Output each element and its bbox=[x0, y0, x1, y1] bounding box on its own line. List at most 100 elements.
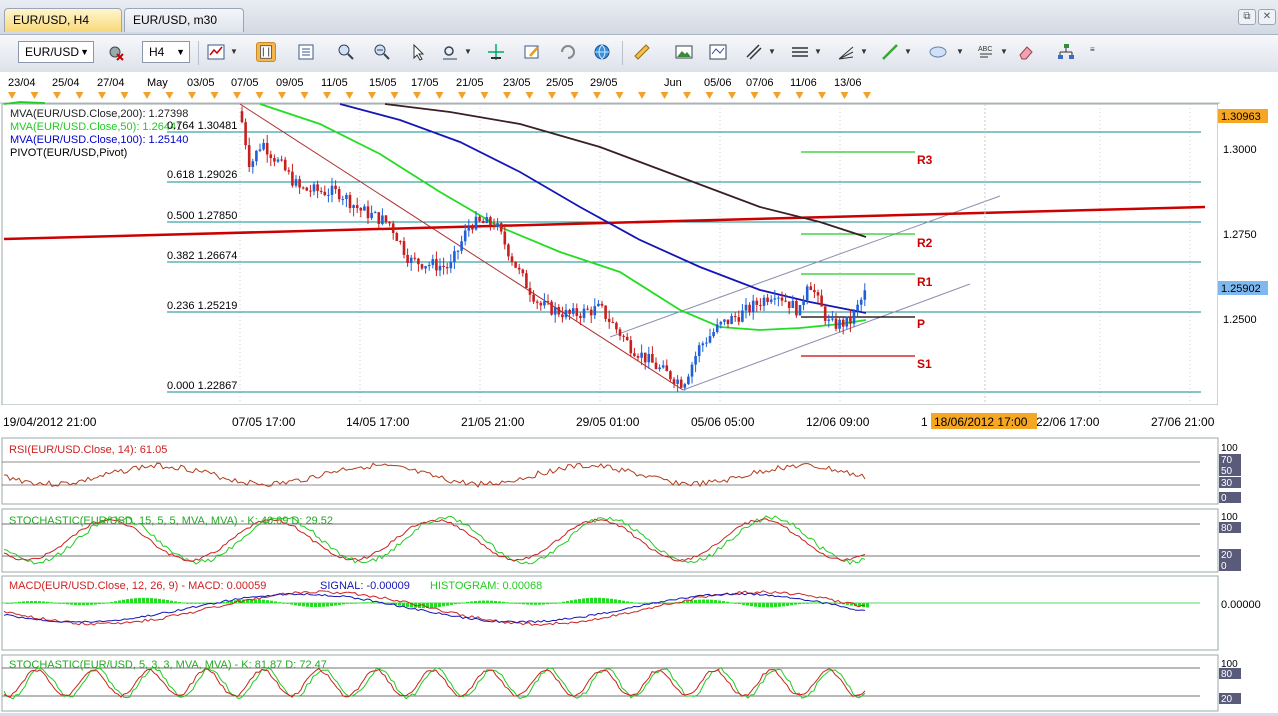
chevron-down-icon[interactable]: ▼ bbox=[1000, 47, 1008, 56]
globe-icon[interactable] bbox=[592, 42, 612, 62]
candle-body bbox=[478, 216, 481, 221]
candle-body bbox=[823, 306, 827, 321]
chevron-down-icon[interactable]: ▼ bbox=[904, 47, 912, 56]
chevron-down-icon[interactable]: ▼ bbox=[768, 47, 776, 56]
candle-body bbox=[723, 319, 726, 322]
draw-lines-icon[interactable] bbox=[744, 42, 764, 62]
candle-body bbox=[485, 217, 489, 224]
candle-body bbox=[553, 307, 557, 315]
properties-icon[interactable] bbox=[522, 42, 542, 62]
macd-histogram-bar bbox=[258, 599, 261, 603]
time-tick-partial: 1 bbox=[921, 415, 928, 429]
macd-histogram-bar bbox=[378, 602, 381, 604]
zoom-area-icon[interactable] bbox=[440, 42, 460, 62]
macd-histogram-bar bbox=[346, 603, 349, 604]
chevron-down-icon[interactable]: ▼ bbox=[464, 47, 472, 56]
macd-histogram-bar bbox=[330, 603, 333, 607]
candle-body bbox=[575, 308, 579, 316]
tab-eurusd-m30[interactable]: EUR/USD, m30 bbox=[124, 8, 244, 32]
timeframe-select[interactable]: H4 ▼ bbox=[142, 41, 190, 63]
crosshair-icon[interactable] bbox=[486, 42, 506, 62]
ellipse-icon[interactable] bbox=[928, 42, 948, 62]
object-tree-icon[interactable] bbox=[1056, 42, 1076, 62]
candle-body bbox=[834, 318, 838, 329]
candle-body bbox=[265, 142, 269, 155]
date-ruler-label: 15/05 bbox=[369, 77, 397, 89]
remove-symbol-icon[interactable] bbox=[106, 42, 126, 62]
indicator-list-icon[interactable] bbox=[296, 42, 316, 62]
macd-histogram-bar bbox=[430, 603, 433, 608]
candle-body bbox=[618, 329, 622, 336]
trendline-icon[interactable] bbox=[880, 42, 900, 62]
date-ruler-label: May bbox=[147, 77, 168, 89]
ruler-icon[interactable] bbox=[632, 42, 652, 62]
chevron-down-icon[interactable]: ▼ bbox=[956, 47, 964, 56]
axis-label: 30 bbox=[1221, 478, 1233, 489]
eraser-icon[interactable] bbox=[1016, 42, 1036, 62]
macd-histogram-bar bbox=[550, 603, 553, 604]
macd-histogram-bar bbox=[262, 599, 265, 603]
zoom-out-icon[interactable] bbox=[372, 42, 392, 62]
cursor-icon[interactable] bbox=[408, 42, 428, 62]
chevron-down-icon[interactable]: ▼ bbox=[230, 47, 238, 56]
stochastic-panel-1[interactable]: STOCHASTIC(EUR/USD, 15, 5, 5, MVA, MVA) … bbox=[1, 508, 1241, 573]
price-panel[interactable]: MVA(EUR/USD.Close,200): 1.27398 MVA(EUR/… bbox=[1, 101, 1219, 406]
candle-body bbox=[784, 300, 787, 302]
close-window-button[interactable]: ✕ bbox=[1258, 9, 1276, 25]
candle-body bbox=[719, 321, 723, 325]
fan-lines-icon[interactable] bbox=[836, 42, 856, 62]
macd-histogram-bar bbox=[50, 602, 53, 604]
toolbar-separator bbox=[622, 41, 623, 65]
candle-body bbox=[489, 217, 492, 225]
zoom-in-icon[interactable] bbox=[336, 42, 356, 62]
candle-body bbox=[359, 208, 363, 211]
refresh-icon[interactable] bbox=[558, 42, 578, 62]
date-ruler[interactable]: 23/04 25/04 27/04 May 03/05 07/05 09/05 11/05 15… bbox=[0, 72, 1220, 104]
date-ruler-label: 23/05 bbox=[503, 77, 531, 89]
restore-window-button[interactable]: ⧉ bbox=[1238, 9, 1256, 25]
macd-histogram-bar bbox=[594, 597, 597, 603]
macd-histogram-bar bbox=[630, 602, 633, 603]
macd-histogram-bar bbox=[810, 602, 813, 604]
rsi-panel[interactable]: RSI(EUR/USD.Close, 14): 61.05 100705030 0 bbox=[1, 437, 1241, 505]
macd-histogram-bar bbox=[754, 603, 757, 607]
text-icon[interactable]: ABC bbox=[976, 42, 996, 62]
chevron-down-icon[interactable]: ▼ bbox=[814, 47, 822, 56]
time-axis[interactable]: 19/04/2012 21:00 07/05 17:00 14/05 17:00 21… bbox=[0, 405, 1278, 435]
candle-body bbox=[654, 362, 658, 370]
macd-histogram-bar bbox=[718, 600, 721, 603]
macd-histogram-bar bbox=[478, 600, 481, 603]
candle-body bbox=[568, 309, 571, 314]
toolbar-overflow-icon[interactable]: ≡ bbox=[1090, 45, 1095, 54]
date-ruler-label: 21/05 bbox=[456, 77, 484, 89]
symbol-select[interactable]: EUR/USD ▼ bbox=[18, 41, 94, 63]
price-axis[interactable]: 1.3000 1.2750 1.2500 1.30963 1.25902 bbox=[1218, 104, 1278, 405]
chart-window-icon[interactable] bbox=[708, 42, 728, 62]
candle-body bbox=[517, 267, 521, 270]
macd-histogram-bar bbox=[190, 603, 193, 604]
axis-label: 100 bbox=[1221, 512, 1238, 523]
candlestick-icon[interactable] bbox=[256, 42, 276, 62]
candle-body bbox=[611, 321, 615, 323]
stochastic-panel-2[interactable]: STOCHASTIC(EUR/USD, 5, 3, 3, MVA, MVA) -… bbox=[1, 654, 1241, 712]
chart-area[interactable]: 23/04 25/04 27/04 May 03/05 07/05 09/05 11/05 15… bbox=[0, 72, 1278, 713]
chevron-down-icon[interactable]: ▼ bbox=[860, 47, 868, 56]
macd-histogram-bar bbox=[42, 601, 45, 603]
macd-histogram-bar bbox=[170, 600, 173, 603]
horizontal-lines-icon[interactable] bbox=[790, 42, 810, 62]
chart-type-icon[interactable] bbox=[206, 42, 226, 62]
macd-histogram-bar bbox=[642, 603, 645, 604]
time-cursor-label: 18/06/2012 17:00 bbox=[934, 415, 1028, 429]
macd-histogram-bar bbox=[350, 603, 353, 604]
macd-histogram-bar bbox=[486, 600, 489, 603]
candle-body bbox=[741, 310, 744, 322]
candle-body bbox=[319, 190, 323, 192]
macd-histogram-bar bbox=[466, 602, 469, 603]
candle-body bbox=[406, 254, 409, 263]
macd-panel[interactable]: MACD(EUR/USD.Close, 12, 26, 9) - MACD: 0… bbox=[1, 575, 1261, 651]
tab-eurusd-h4[interactable]: EUR/USD, H4 bbox=[4, 8, 122, 32]
macd-histogram-bar bbox=[62, 603, 65, 604]
picture-icon[interactable] bbox=[674, 42, 694, 62]
candle-body bbox=[730, 316, 733, 324]
candle-body bbox=[417, 258, 420, 265]
